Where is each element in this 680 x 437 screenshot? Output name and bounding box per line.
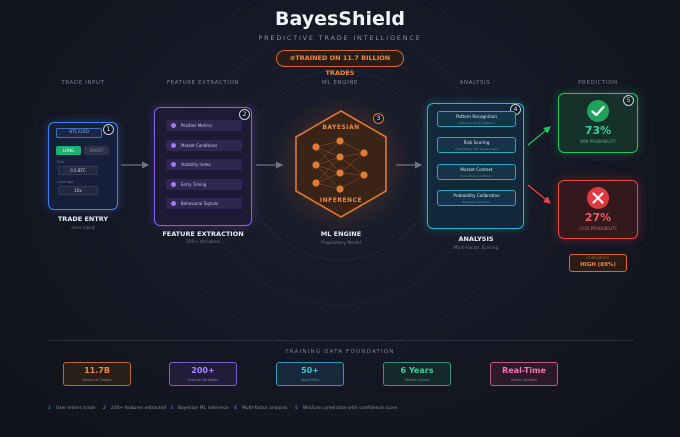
analysis-title: ANALYSIS: [458, 235, 494, 243]
analysis-item: Market Context Real-time conditions: [437, 164, 516, 180]
feature-dot-icon: [171, 201, 176, 206]
section-divider: [48, 340, 633, 341]
short-button[interactable]: SHORT: [84, 146, 109, 155]
stat-label: Market Cycles: [404, 378, 430, 382]
feature-label: Position Metrics: [181, 123, 213, 128]
analysis-item-subtitle: Historical trade patterns: [458, 121, 495, 125]
legend-text: Multi-factor analysis: [241, 406, 288, 411]
stat-value: 11.7B: [84, 366, 110, 375]
feature-extraction-subtitle: 200+ Variables: [185, 240, 221, 245]
asset-selector[interactable]: BTC/USD: [56, 128, 102, 138]
stat-value: 6 Years: [400, 366, 434, 375]
confidence-label: CONFIDENCE: [586, 256, 610, 260]
analysis-item-subtitle: Multi-factor risk assessment: [455, 147, 498, 151]
legend-text: Win/Loss prediction with confidence scor…: [302, 406, 398, 411]
step-number-3: 3: [373, 113, 384, 124]
analysis-item: Probability Calibration Bayesian posteri…: [437, 190, 516, 206]
feature-item: Position Metrics: [166, 120, 242, 131]
analysis-item-title: Risk Scoring: [463, 140, 490, 145]
analysis-subtitle: Multi-Factor Scoring: [453, 246, 499, 251]
stat-card: Real-Time Model Updates: [490, 362, 558, 386]
stat-value: 50+: [301, 366, 319, 375]
stat-card: 11.7B Historical Trades: [63, 362, 131, 386]
analysis-item-title: Market Context: [460, 167, 493, 172]
legend-item: 3 Bayesian ML inference: [170, 406, 229, 411]
feature-item: Market Conditions: [166, 140, 242, 151]
legend-item: 4 Multi-factor analysis: [234, 406, 287, 411]
engine-label-bottom: INFERENCE: [319, 197, 363, 204]
feature-item: Volatility Index: [166, 159, 242, 170]
legend-number: 3: [170, 406, 173, 411]
legend-number: 2: [103, 406, 106, 411]
feature-dot-icon: [171, 162, 176, 167]
ml-engine-title: ML ENGINE: [320, 230, 362, 238]
arrow-analysis-win: [527, 126, 551, 146]
analysis-item: Pattern Recognition Historical trade pat…: [437, 111, 516, 127]
legend-item: 1 User enters trade: [48, 406, 95, 411]
legend-item: 2 200+ features extracted: [103, 406, 166, 411]
foundation-title: TRAINING DATA FOUNDATION: [285, 349, 395, 355]
step-number-1: 1: [103, 124, 114, 135]
leverage-field[interactable]: 10x: [58, 186, 98, 195]
stat-card: 200+ Feature Variables: [169, 362, 237, 386]
stat-label: Historical Trades: [82, 378, 112, 382]
stat-card: 50+ Asset Pairs: [276, 362, 344, 386]
step-number-2: 2: [239, 109, 250, 120]
arrow-analysis-loss: [527, 184, 551, 204]
long-button[interactable]: LONG: [56, 146, 81, 155]
feature-label: Volatility Index: [181, 162, 211, 167]
trade-entry-title: TRADE ENTRY: [57, 215, 109, 223]
legend-number: 4: [234, 406, 237, 411]
analysis-item-title: Probability Calibration: [453, 193, 500, 198]
confidence-value: HIGH (89%): [580, 262, 616, 268]
win-label: WIN PROBABILITY: [580, 139, 616, 144]
feature-item: Entry Timing: [166, 179, 242, 190]
feature-item: Behavioral Signals: [166, 198, 242, 209]
feature-dot-icon: [171, 143, 176, 148]
trade-entry-subtitle: User Input: [71, 226, 95, 231]
leverage-label: Leverage: [57, 180, 74, 184]
stat-label: Feature Variables: [187, 378, 219, 382]
feature-label: Entry Timing: [181, 182, 207, 187]
legend-text: Bayesian ML inference: [177, 406, 229, 411]
step-number-5: 5: [623, 95, 634, 106]
feature-label: Behavioral Signals: [181, 201, 218, 206]
stat-label: Asset Pairs: [300, 378, 320, 382]
feature-extraction-title: FEATURE EXTRACTION: [162, 230, 244, 238]
cross-icon: [587, 187, 609, 209]
feature-dot-icon: [171, 123, 176, 128]
analysis-item: Risk Scoring Multi-factor risk assessmen…: [437, 137, 516, 153]
legend-number: 1: [48, 406, 51, 411]
ml-engine-subtitle: Proprietary Model: [321, 241, 361, 246]
size-label: Size: [57, 160, 65, 164]
legend-text: 200+ features extracted: [110, 406, 167, 411]
stat-card: 6 Years Market Cycles: [383, 362, 451, 386]
legend-text: User enters trade: [55, 406, 96, 411]
stat-value: 200+: [191, 366, 215, 375]
legend-item: 5 Win/Loss prediction with confidence sco…: [295, 406, 397, 411]
checkmark-icon: [587, 100, 609, 122]
analysis-item-title: Pattern Recognition: [455, 114, 498, 119]
feature-label: Market Conditions: [181, 143, 218, 148]
loss-label: LOSS PROBABILITY: [579, 226, 617, 231]
win-percentage: 73%: [584, 124, 612, 137]
feature-dot-icon: [171, 182, 176, 187]
stat-label: Model Updates: [510, 378, 538, 382]
legend-number: 5: [295, 406, 298, 411]
analysis-item-subtitle: Real-time conditions: [461, 174, 492, 178]
analysis-item-subtitle: Bayesian posterior: [462, 200, 491, 204]
engine-label-top: BAYESIAN: [322, 124, 360, 131]
loss-percentage: 27%: [584, 211, 612, 224]
stat-value: Real-Time: [502, 366, 546, 375]
size-field[interactable]: 0.5 BTC: [58, 166, 98, 175]
